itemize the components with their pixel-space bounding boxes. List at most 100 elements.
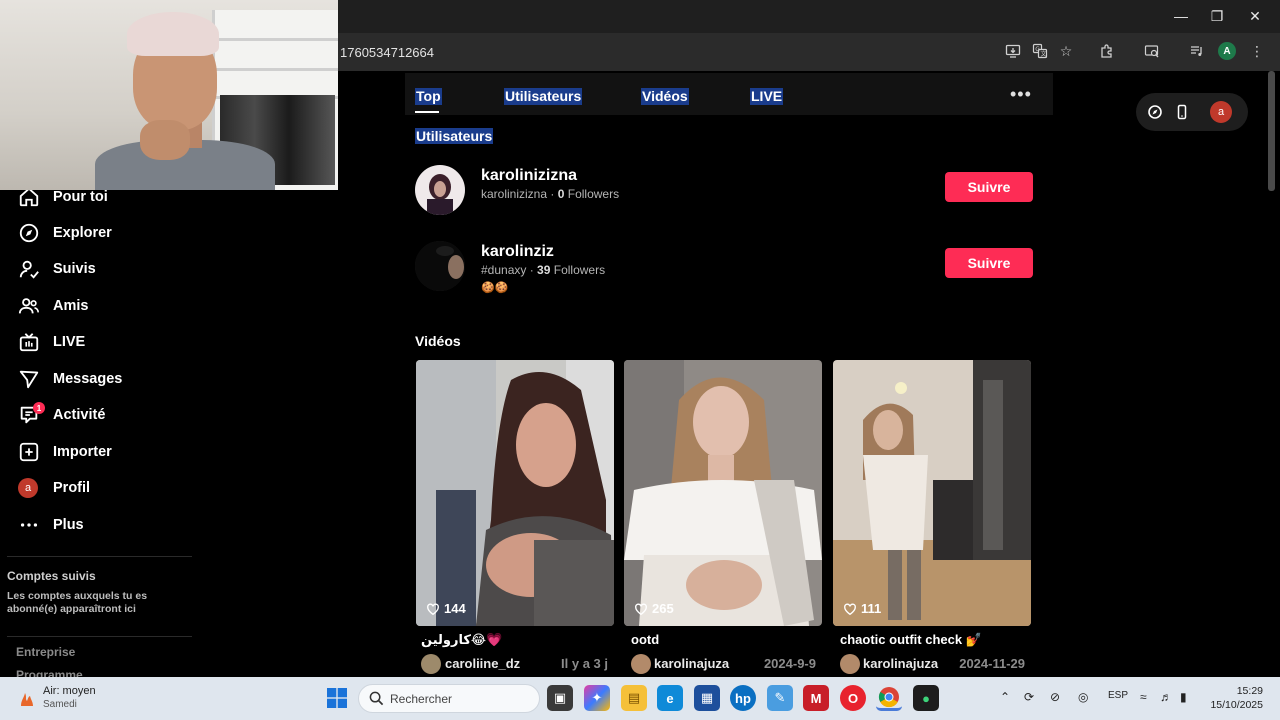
active-tab-indicator <box>415 111 439 113</box>
media-controls-icon[interactable] <box>1184 38 1210 64</box>
page-scrollbar[interactable] <box>1268 71 1275 191</box>
minimize-icon[interactable]: — <box>1166 5 1196 27</box>
url-text: 1760534712664 <box>340 45 434 60</box>
account-avatar[interactable]: A <box>1214 38 1240 64</box>
account-initial: A <box>1218 42 1236 60</box>
url-field[interactable]: 1760534712664 <box>330 38 1280 66</box>
opera-icon[interactable]: O <box>840 685 866 711</box>
video-author[interactable]: karolinajuza <box>654 656 729 671</box>
mobile-icon[interactable] <box>1172 102 1192 122</box>
volume-icon[interactable]: ♬ <box>1160 690 1172 704</box>
author-avatar[interactable] <box>421 654 441 674</box>
video-thumbnail[interactable]: 144 <box>416 360 614 626</box>
microphone-icon[interactable]: ◎ <box>1078 690 1088 704</box>
task-view-icon[interactable]: ▣ <box>547 685 573 711</box>
chrome-icon[interactable] <box>876 685 902 711</box>
sidebar-item-importer[interactable]: Importer <box>18 437 112 467</box>
mcafee-icon[interactable]: M <box>803 685 829 711</box>
close-icon[interactable]: ✕ <box>1240 5 1270 27</box>
video-title[interactable]: ootd <box>631 632 659 647</box>
sidebar-item-live[interactable]: LIVE <box>18 327 85 357</box>
taskbar-clock[interactable]: 15:29 15/10/2025 <box>1205 684 1263 712</box>
tab-live[interactable]: LIVE <box>750 88 784 105</box>
sidebar-item-label: Importer <box>53 444 112 460</box>
tab-utilisateurs[interactable]: Utilisateurs <box>504 88 583 105</box>
hp-icon[interactable]: hp <box>730 685 756 711</box>
app-icon[interactable]: ● <box>913 685 939 711</box>
user-name[interactable]: karolinziz <box>481 243 554 261</box>
notification-badge: 1 <box>33 402 45 414</box>
sidebar-item-label: Pour toi <box>53 189 108 205</box>
video-date: 2024-9-9 <box>763 656 816 671</box>
plus-square-icon <box>19 442 39 462</box>
store-icon[interactable]: ▦ <box>694 685 720 711</box>
extensions-icon[interactable] <box>1094 38 1120 64</box>
user-avatar[interactable]: a <box>1210 101 1232 123</box>
wifi-icon[interactable]: ≈ <box>1140 690 1147 704</box>
bookmark-star-icon[interactable]: ☆ <box>1053 38 1079 64</box>
send-icon <box>19 370 39 389</box>
windows-start-icon[interactable] <box>327 688 347 708</box>
sidebar-item-activite[interactable]: 1 Activité <box>18 400 105 430</box>
video-thumbnail[interactable]: 265 <box>624 360 822 626</box>
user-result-row[interactable]: karolinziz #dunaxy · 39 Followers 🍪🍪 Sui… <box>415 241 1035 301</box>
clock-date: 15/10/2025 <box>1210 699 1263 711</box>
followed-accounts-note: Les comptes auxquels tu es abonné(e) app… <box>7 590 148 615</box>
video-title[interactable]: كارولين😂💗 <box>421 632 502 648</box>
sidebar-item-amis[interactable]: Amis <box>18 291 88 321</box>
compass-icon[interactable] <box>1145 102 1165 122</box>
svg-text:文: 文 <box>1041 50 1047 58</box>
video-meta: karolinajuza 2024-11-29 <box>833 654 1031 674</box>
user-avatar[interactable] <box>415 165 465 215</box>
webcam-overlay <box>0 0 338 190</box>
like-count-value: 144 <box>444 601 466 616</box>
sidebar-item-profil[interactable]: a Profil <box>18 473 90 503</box>
user-result-row[interactable]: karolinizizna karolinizizna · 0 Follower… <box>415 165 1035 225</box>
friends-icon <box>18 298 39 314</box>
follow-button[interactable]: Suivre <box>945 248 1033 278</box>
file-explorer-icon[interactable]: ▤ <box>621 685 647 711</box>
user-avatar[interactable] <box>415 241 465 291</box>
weather-widget[interactable]: Air: moyen Samedi <box>18 685 128 713</box>
video-author[interactable]: karolinajuza <box>863 656 938 671</box>
followers-label: Followers <box>553 263 606 277</box>
sidebar-item-messages[interactable]: Messages <box>18 364 122 394</box>
restore-icon[interactable]: ❐ <box>1202 5 1232 27</box>
install-app-icon[interactable] <box>1000 38 1026 64</box>
browser-menu-icon[interactable]: ⋮ <box>1244 38 1270 64</box>
weather-line1: Air: moyen <box>43 685 96 697</box>
follow-button[interactable]: Suivre <box>945 172 1033 202</box>
search-tabs: Top Utilisateurs Vidéos LIVE ••• <box>405 73 1053 115</box>
video-title[interactable]: chaotic outfit check 💅 <box>840 632 982 648</box>
tab-top[interactable]: Top <box>415 88 442 105</box>
network-off-icon[interactable]: ⊘ <box>1050 690 1060 704</box>
sidebar-item-label: Amis <box>53 298 89 314</box>
sidebar-item-suivis[interactable]: Suivis <box>18 254 96 284</box>
sidebar-item-explorer[interactable]: Explorer <box>18 218 112 248</box>
author-avatar[interactable] <box>840 654 860 674</box>
taskbar-search[interactable]: Rechercher <box>358 684 540 713</box>
translate-icon[interactable]: G文 <box>1027 38 1053 64</box>
app-icon[interactable]: ✎ <box>767 685 793 711</box>
tray-chevron-icon[interactable]: ⌃ <box>1000 690 1010 704</box>
tab-videos[interactable]: Vidéos <box>641 88 689 105</box>
footer-link[interactable]: Entreprise <box>16 645 75 659</box>
more-options-icon[interactable]: ••• <box>1010 84 1032 105</box>
user-follow-icon <box>19 260 39 279</box>
like-count-value: 265 <box>652 601 674 616</box>
like-count: 144 <box>426 601 466 616</box>
battery-icon[interactable]: ▮ <box>1180 690 1187 704</box>
tab-search-icon[interactable] <box>1139 38 1165 64</box>
floating-controls: a <box>1136 93 1248 131</box>
user-name[interactable]: karolinizizna <box>481 167 577 185</box>
edge-browser-icon[interactable]: e <box>657 685 683 711</box>
os-taskbar: Air: moyen Samedi Rechercher ▣ ✦ ▤ e ▦ h… <box>0 677 1280 720</box>
sync-icon[interactable]: ⟳ <box>1024 690 1034 704</box>
author-avatar[interactable] <box>631 654 651 674</box>
video-thumbnail[interactable]: 111 <box>833 360 1031 626</box>
video-author[interactable]: caroliine_dz <box>445 656 520 671</box>
copilot-icon[interactable]: ✦ <box>584 685 610 711</box>
person-hand <box>140 120 190 160</box>
sidebar-item-plus[interactable]: Plus <box>18 510 84 540</box>
language-indicator[interactable]: ESP <box>1108 690 1128 701</box>
